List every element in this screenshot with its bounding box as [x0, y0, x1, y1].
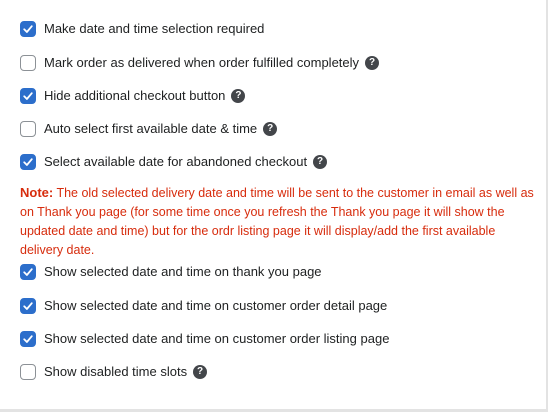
checkbox-show-disabled-time-slots[interactable] — [20, 364, 36, 380]
checkbox-show-order-detail-page[interactable] — [20, 298, 36, 314]
option-make-date-time-required[interactable]: Make date and time selection required — [20, 20, 264, 38]
option-abandoned-checkout[interactable]: Select available date for abandoned chec… — [20, 153, 328, 171]
option-show-thank-you-page[interactable]: Show selected date and time on thank you… — [20, 263, 322, 281]
checkbox-auto-select-first-date[interactable] — [20, 121, 36, 137]
option-label: Make date and time selection required — [44, 21, 265, 36]
question-circle-icon[interactable]: ? — [313, 155, 328, 169]
checkmark-icon — [23, 268, 33, 276]
question-circle-icon[interactable]: ? — [365, 56, 380, 70]
checkbox-show-thank-you-page[interactable] — [20, 264, 36, 280]
checkmark-icon — [23, 302, 33, 310]
checkbox-mark-delivered[interactable] — [20, 55, 36, 71]
option-label: Select available date for abandoned chec… — [44, 154, 308, 169]
option-auto-select-first-date[interactable]: Auto select first available date & time … — [20, 120, 278, 138]
option-show-order-detail-page[interactable]: Show selected date and time on customer … — [20, 297, 387, 315]
option-label: Auto select first available date & time — [44, 121, 258, 136]
option-label: Hide additional checkout button — [44, 88, 226, 103]
checkbox-show-order-listing-page[interactable] — [20, 331, 36, 347]
checkmark-icon — [23, 158, 33, 166]
note-text: The old selected delivery date and time … — [20, 186, 534, 257]
checkmark-icon — [23, 335, 33, 343]
checkmark-icon — [23, 92, 33, 100]
delivery-note: Note: The old selected delivery date and… — [20, 183, 540, 260]
question-circle-icon[interactable]: ? — [231, 89, 246, 103]
question-circle-icon[interactable]: ? — [193, 365, 208, 379]
checkbox-make-date-time-required[interactable] — [20, 21, 36, 37]
option-show-order-listing-page[interactable]: Show selected date and time on customer … — [20, 330, 389, 348]
checkmark-icon — [23, 25, 33, 33]
option-show-disabled-time-slots[interactable]: Show disabled time slots ? — [20, 363, 208, 381]
note-label: Note: — [20, 185, 54, 200]
option-label: Show disabled time slots — [44, 364, 188, 379]
option-label: Show selected date and time on customer … — [44, 331, 390, 346]
option-label: Show selected date and time on thank you… — [44, 264, 322, 279]
option-label: Show selected date and time on customer … — [44, 298, 388, 313]
checkbox-abandoned-checkout[interactable] — [20, 154, 36, 170]
option-label: Mark order as delivered when order fulfi… — [44, 55, 360, 70]
settings-panel: Make date and time selection required Ma… — [0, 0, 548, 412]
option-hide-checkout-button[interactable]: Hide additional checkout button ? — [20, 87, 246, 105]
question-circle-icon[interactable]: ? — [263, 122, 278, 136]
option-mark-delivered[interactable]: Mark order as delivered when order fulfi… — [20, 54, 380, 72]
checkbox-hide-checkout-button[interactable] — [20, 88, 36, 104]
